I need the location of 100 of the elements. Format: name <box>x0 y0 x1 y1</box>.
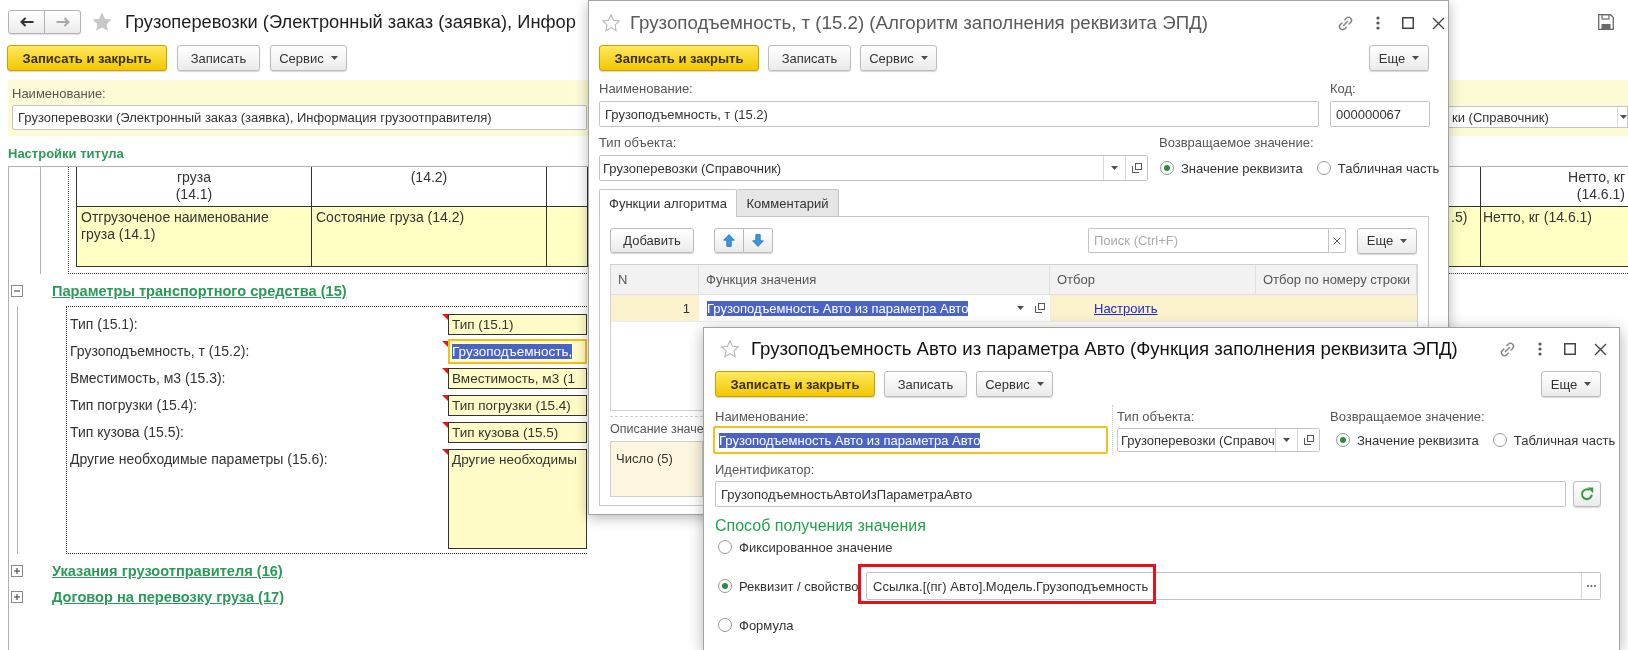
squares-icon <box>1131 163 1142 173</box>
star-icon[interactable] <box>602 14 620 32</box>
radio-button[interactable] <box>718 579 732 593</box>
caret-icon <box>1036 382 1044 386</box>
more-button[interactable]: Еще <box>1369 45 1429 71</box>
move-down-button[interactable] <box>744 228 773 253</box>
input-field[interactable]: Тип погрузки (15.4) <box>448 395 587 416</box>
tab[interactable]: Функции алгоритма <box>599 189 737 217</box>
more-button[interactable]: Еще <box>1357 227 1417 254</box>
field-label: Наименование: <box>599 81 694 97</box>
maximize-icon[interactable] <box>1402 17 1414 29</box>
radio-button[interactable] <box>1336 433 1350 447</box>
maximize-icon[interactable] <box>1564 343 1576 355</box>
menu-button[interactable]: Сервис <box>270 45 347 71</box>
field-label: Тип объекта: <box>599 135 678 151</box>
tab[interactable]: Комментарий <box>737 189 839 216</box>
clear-button[interactable] <box>1328 228 1346 253</box>
table-cell <box>547 207 588 267</box>
link-icon[interactable] <box>1337 14 1354 32</box>
squares-icon <box>1303 435 1314 445</box>
save-and-close-button[interactable]: Записать и закрыть <box>599 45 759 71</box>
open-button[interactable] <box>1297 429 1319 451</box>
identifier-field[interactable]: ГрузоподъемностьАвтоИзПараметраАвто <box>715 481 1566 507</box>
open-button[interactable] <box>1125 156 1147 180</box>
caret-icon <box>1283 438 1290 442</box>
section-link[interactable]: Договор на перевозку груза (17) <box>52 589 285 605</box>
field-label: Возвращаемое значение: <box>1159 135 1315 151</box>
field-label: Другие необходимые параметры (15.6): <box>70 450 329 469</box>
field-label: Наименование: <box>12 86 107 102</box>
corner-triangle-icon <box>442 368 448 374</box>
field-label: Возвращаемое значение: <box>1330 409 1486 425</box>
field-label: Тип погрузки (15.4): <box>70 396 199 415</box>
window-title: Грузоперевозки (Электронный заказ (заявка), Инфор <box>125 11 576 33</box>
text-area[interactable]: Другие необходимы <box>448 449 587 549</box>
vertical-dots-icon[interactable] <box>1538 342 1542 356</box>
save-and-close-button[interactable]: Записать и закрыть <box>7 45 167 71</box>
search-field[interactable]: Поиск (Ctrl+F) <box>1088 228 1328 253</box>
dropdown-field[interactable]: Грузоперевозки (Справочник) <box>599 155 1148 181</box>
name-field[interactable]: Грузоподъемность, т (15.2) <box>599 101 1319 127</box>
input-field[interactable]: Вместимость, м3 (1 <box>448 368 587 389</box>
radio-button[interactable] <box>1160 161 1174 175</box>
caret-icon <box>1584 382 1592 386</box>
radio-button[interactable] <box>1492 433 1507 447</box>
dropdown-field[interactable]: ки (Справочник) <box>1449 106 1628 128</box>
corner-triangle-icon <box>442 449 448 455</box>
save-button[interactable]: Записать <box>768 45 851 71</box>
add-button[interactable]: Добавить <box>610 228 694 253</box>
radio-label: Формула <box>739 617 794 633</box>
save-button[interactable]: Записать <box>884 371 967 397</box>
property-field[interactable]: Ссылка.[(пг) Авто].Модель.Грузоподъемность <box>866 572 1601 600</box>
table-cell: Отгрузоченое наименование груза (14.1) <box>77 207 312 267</box>
collapse-icon[interactable] <box>11 285 23 297</box>
save-button[interactable]: Записать <box>177 45 260 71</box>
left-arrow-icon <box>19 17 34 27</box>
description-field[interactable]: Число (5) <box>610 441 703 497</box>
caret-icon <box>1016 306 1024 310</box>
menu-button[interactable]: Сервис <box>976 371 1053 397</box>
table-cell: .5) <box>1449 207 1481 267</box>
close-icon[interactable] <box>1333 236 1341 245</box>
dropdown-button[interactable] <box>1617 107 1627 127</box>
name-field[interactable]: Грузоподъемность Авто из параметра Авто <box>713 426 1108 454</box>
input-field[interactable]: Тип кузова (15.5) <box>448 422 587 443</box>
field-label: Код: <box>1330 81 1357 97</box>
radio-button[interactable] <box>1316 161 1331 175</box>
star-icon[interactable] <box>93 13 111 31</box>
move-up-button[interactable] <box>714 228 744 253</box>
window-title: Грузоподъемность, т (15.2) (Алгоритм заполнения реквизита ЭПД) <box>630 12 1208 34</box>
save-and-close-button[interactable]: Записать и закрыть <box>715 371 875 397</box>
expand-icon[interactable] <box>11 565 23 577</box>
radio-label: Реквизит / свойство <box>739 578 859 594</box>
menu-button[interactable]: Сервис <box>860 45 937 71</box>
expand-icon[interactable] <box>11 591 23 603</box>
radio-button[interactable] <box>718 540 732 554</box>
section-link[interactable]: Указания грузоотправителя (16) <box>52 563 283 579</box>
star-icon[interactable] <box>721 340 739 358</box>
squares-icon <box>1035 303 1045 313</box>
caret-icon <box>920 56 928 60</box>
name-field[interactable]: Грузоперевозки (Электронный заказ (заявка), Информация грузоотправителя) <box>12 105 587 130</box>
link-icon[interactable] <box>1499 340 1516 358</box>
close-icon[interactable] <box>1594 342 1607 356</box>
column-header: (14.2) <box>312 167 547 207</box>
caret-icon <box>1111 166 1118 170</box>
down-arrow-icon <box>752 234 764 247</box>
input-field[interactable]: Тип (15.1) <box>448 314 587 335</box>
column-header: Отбор <box>1050 265 1256 294</box>
more-button[interactable]: Еще <box>1541 371 1601 397</box>
column-header: груза (14.1) <box>77 167 312 207</box>
radio-button[interactable] <box>718 618 732 632</box>
vertical-dots-icon[interactable] <box>1376 16 1380 30</box>
field-label: Идентификатор: <box>715 462 816 478</box>
input-field[interactable]: Грузоподъемность, <box>448 339 587 364</box>
code-field[interactable]: 000000067 <box>1330 101 1430 127</box>
back-button[interactable] <box>8 10 45 34</box>
section-link[interactable]: Параметры транспортного средства (15) <box>52 283 347 299</box>
close-icon[interactable] <box>1432 16 1445 30</box>
dropdown-field[interactable]: Грузоперевозки (Справоч <box>1117 428 1320 452</box>
corner-triangle-icon <box>442 422 448 428</box>
radio-label: Фиксированное значение <box>739 539 893 555</box>
configure-link[interactable]: Настроить <box>1094 300 1158 316</box>
refresh-button[interactable] <box>1573 481 1601 507</box>
